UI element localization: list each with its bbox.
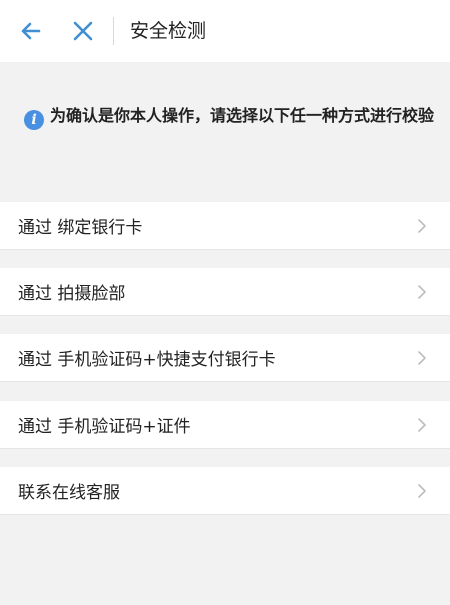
option-label: 通过 手机验证码+证件 <box>18 417 191 437</box>
option-bank-card[interactable]: 通过 绑定银行卡 <box>0 202 450 250</box>
option-online-support[interactable]: 联系在线客服 <box>0 467 450 515</box>
option-label: 通过 拍摄脸部 <box>18 284 126 304</box>
close-icon <box>73 21 93 41</box>
info-icon: i <box>24 110 44 130</box>
page-title: 安全检测 <box>130 20 207 42</box>
option-label: 联系在线客服 <box>18 483 120 503</box>
close-button[interactable] <box>66 14 100 48</box>
back-button[interactable] <box>14 14 48 48</box>
option-sms-quickpay-card[interactable]: 通过 手机验证码+快捷支付银行卡 <box>0 334 450 382</box>
notice-text: 为确认是你本人操作，请选择以下任一种方式进行校验 <box>50 106 435 125</box>
chevron-right-icon <box>418 219 426 233</box>
option-face-scan[interactable]: 通过 拍摄脸部 <box>0 268 450 316</box>
option-label: 通过 手机验证码+快捷支付银行卡 <box>18 350 276 370</box>
header-divider <box>113 17 114 45</box>
chevron-right-icon <box>418 418 426 432</box>
verification-notice: i 为确认是你本人操作，请选择以下任一种方式进行校验 <box>18 100 438 131</box>
option-label: 通过 绑定银行卡 <box>18 218 143 238</box>
chevron-right-icon <box>418 351 426 365</box>
top-bar: 安全检测 <box>0 0 450 62</box>
chevron-right-icon <box>418 484 426 498</box>
security-check-page: 安全检测 i 为确认是你本人操作，请选择以下任一种方式进行校验 通过 绑定银行卡 … <box>0 0 450 605</box>
option-sms-id-document[interactable]: 通过 手机验证码+证件 <box>0 401 450 449</box>
arrow-left-icon <box>21 22 41 40</box>
chevron-right-icon <box>418 285 426 299</box>
